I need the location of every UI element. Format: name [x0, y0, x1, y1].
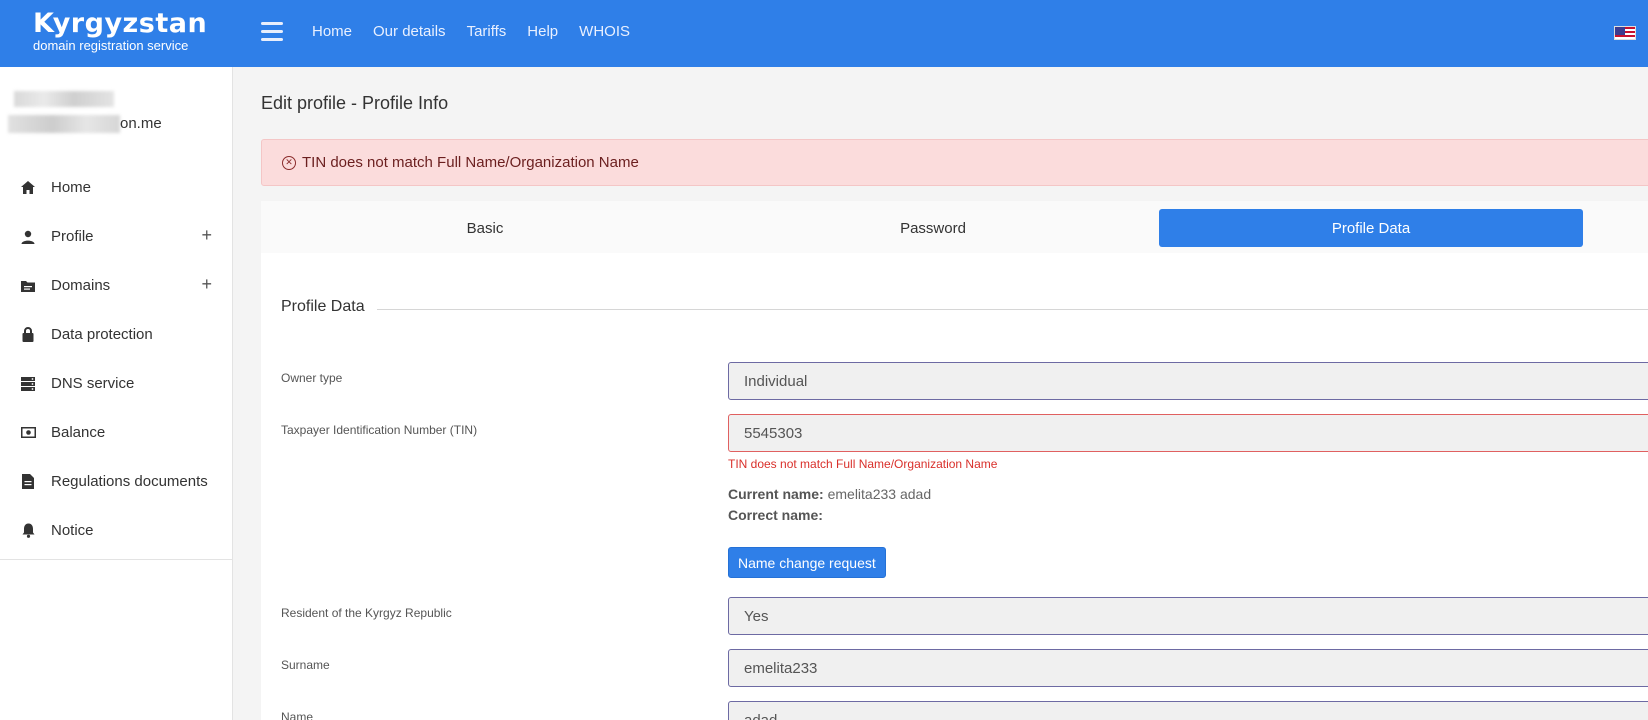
us-flag-icon[interactable]	[1614, 26, 1636, 40]
name-label: Name	[281, 710, 314, 720]
correct-name-label: Correct name:	[728, 507, 823, 523]
resident-label: Resident of the Kyrgyz Republic	[281, 606, 452, 620]
sidebar-item-label: Data protection	[51, 326, 153, 343]
tin-input[interactable]: 5545303	[728, 414, 1648, 452]
sidebar-item-label: Notice	[51, 522, 94, 539]
page-title: Edit profile - Profile Info	[261, 93, 449, 113]
sidebar-divider	[0, 559, 232, 560]
top-nav: Home Our details Tariffs Help WHOIS	[312, 22, 651, 42]
expand-plus-icon[interactable]: +	[201, 274, 212, 295]
document-icon	[20, 474, 36, 490]
sidebar-item-notice[interactable]: Notice	[0, 506, 232, 555]
sidebar-item-label: Home	[51, 179, 92, 196]
nav-home-link[interactable]: Home	[312, 22, 352, 42]
name-change-request-button[interactable]: Name change request	[728, 547, 886, 578]
owner-type-label: Owner type	[281, 371, 343, 385]
user-email: on.me	[120, 115, 162, 132]
error-circle-x-icon: ✕	[282, 155, 296, 170]
surname-input[interactable]: emelita233	[728, 649, 1648, 687]
resident-select[interactable]: Yes	[728, 597, 1648, 635]
logo-title: Kyrgyzstan	[33, 8, 208, 39]
user-name-redacted	[14, 91, 114, 107]
sidebar-item-profile[interactable]: Profile +	[0, 212, 232, 261]
home-icon	[20, 180, 36, 196]
site-logo[interactable]: Kyrgyzstan domain registration service	[33, 9, 207, 54]
error-alert: ✕ TIN does not match Full Name/Organizat…	[261, 139, 1648, 186]
money-icon	[20, 425, 36, 441]
tab-password[interactable]: Password	[709, 209, 1157, 247]
profile-data-panel: Profile Data Owner type Individual Taxpa…	[261, 253, 1648, 720]
sidebar-item-label: Regulations documents	[51, 473, 208, 490]
sidebar-item-regulations-documents[interactable]: Regulations documents	[0, 457, 232, 506]
section-title: Profile Data	[281, 298, 377, 316]
folder-icon	[20, 278, 36, 294]
sidebar-item-balance[interactable]: Balance	[0, 408, 232, 457]
alert-text: TIN does not match Full Name/Organizatio…	[302, 154, 639, 171]
nav-whois-link[interactable]: WHOIS	[579, 22, 630, 42]
sidebar-item-label: Profile	[51, 228, 94, 245]
current-name-label: Current name:	[728, 486, 824, 502]
top-navbar: Kyrgyzstan domain registration service H…	[0, 0, 1648, 67]
sidebar-item-data-protection[interactable]: Data protection	[0, 310, 232, 359]
name-input[interactable]: adad	[728, 701, 1648, 720]
main-content: Edit profile - Profile Info ✕ TIN does n…	[233, 67, 1648, 720]
tin-label: Taxpayer Identification Number (TIN)	[281, 423, 478, 437]
name-info: Current name: emelita233 adad Correct na…	[728, 484, 931, 526]
sidebar: on.me Home Profile + Domains + Data prot…	[0, 67, 233, 720]
sidebar-item-domains[interactable]: Domains +	[0, 261, 232, 310]
tab-basic[interactable]: Basic	[261, 209, 709, 247]
logo-subtitle: domain registration service	[33, 38, 189, 53]
person-icon	[20, 229, 36, 245]
user-email-redacted	[8, 115, 120, 133]
nav-our-details-link[interactable]: Our details	[373, 22, 446, 42]
owner-type-select[interactable]: Individual	[728, 362, 1648, 400]
tin-error-message: TIN does not match Full Name/Organizatio…	[728, 457, 998, 471]
surname-label: Surname	[281, 658, 330, 672]
sidebar-menu: Home Profile + Domains + Data protection	[0, 163, 232, 555]
section-divider	[281, 309, 1648, 310]
bell-icon	[20, 523, 36, 539]
sidebar-item-label: Domains	[51, 277, 111, 294]
nav-tariffs-link[interactable]: Tariffs	[467, 22, 507, 42]
current-name-value: emelita233 adad	[827, 486, 932, 502]
lock-icon	[20, 327, 36, 343]
expand-plus-icon[interactable]: +	[201, 225, 212, 246]
hamburger-menu-icon[interactable]	[261, 22, 283, 42]
sidebar-item-label: DNS service	[51, 375, 135, 392]
profile-tabs: Basic Password Profile Data	[261, 201, 1648, 253]
server-icon	[20, 376, 36, 392]
sidebar-item-label: Balance	[51, 424, 106, 441]
sidebar-item-home[interactable]: Home	[0, 163, 232, 212]
nav-help-link[interactable]: Help	[527, 22, 558, 42]
tab-profile-data[interactable]: Profile Data	[1159, 209, 1583, 247]
sidebar-item-dns-service[interactable]: DNS service	[0, 359, 232, 408]
